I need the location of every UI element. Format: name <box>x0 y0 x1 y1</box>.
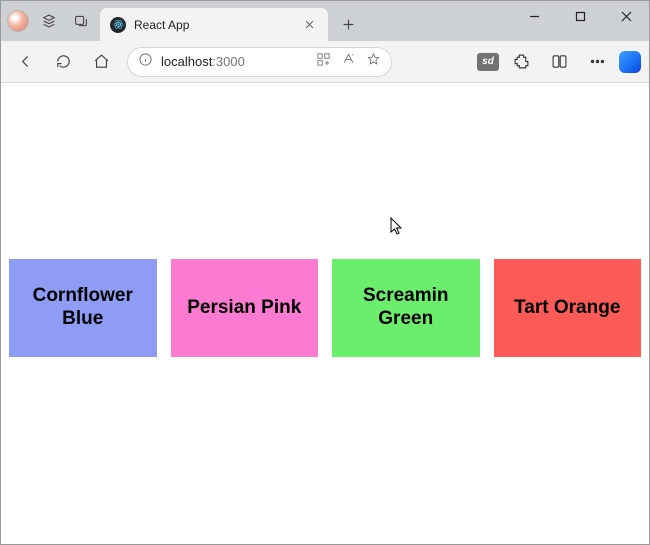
apps-icon[interactable] <box>316 52 331 72</box>
tab-actions-icon[interactable] <box>69 9 93 33</box>
swatch-tart-orange[interactable]: Tart Orange <box>494 259 642 357</box>
maximize-button[interactable] <box>557 1 603 31</box>
url-port: :3000 <box>212 54 245 69</box>
swatch-label: Cornflower Blue <box>15 285 151 331</box>
read-aloud-icon[interactable] <box>341 52 356 72</box>
extensions-icon[interactable] <box>505 46 537 78</box>
url-host: localhost <box>161 54 212 69</box>
browser-toolbar: localhost:3000 sd <box>1 41 649 83</box>
swatch-screamin-green[interactable]: Screamin Green <box>332 259 480 357</box>
favorite-icon[interactable] <box>366 52 381 72</box>
site-info-icon[interactable] <box>138 52 153 72</box>
profile-avatar[interactable] <box>7 10 29 32</box>
page-viewport: Cornflower Blue Persian Pink Screamin Gr… <box>1 83 649 544</box>
new-tab-button[interactable] <box>333 9 363 39</box>
swatch-persian-pink[interactable]: Persian Pink <box>171 259 319 357</box>
swatch-cornflower-blue[interactable]: Cornflower Blue <box>9 259 157 357</box>
back-button[interactable] <box>9 46 41 78</box>
minimize-button[interactable] <box>511 1 557 31</box>
home-button[interactable] <box>85 46 117 78</box>
swatch-label: Tart Orange <box>514 297 620 320</box>
window-controls <box>511 1 649 41</box>
url-text: localhost:3000 <box>161 54 245 69</box>
window-titlebar: React App <box>1 1 649 41</box>
more-icon[interactable] <box>581 46 613 78</box>
browser-tab[interactable]: React App <box>99 7 329 41</box>
address-bar[interactable]: localhost:3000 <box>127 47 392 77</box>
copilot-icon[interactable] <box>619 51 641 73</box>
titlebar-left <box>1 1 93 41</box>
refresh-button[interactable] <box>47 46 79 78</box>
swatch-row: Cornflower Blue Persian Pink Screamin Gr… <box>9 259 641 357</box>
toolbar-right: sd <box>477 46 641 78</box>
swatch-label: Screamin Green <box>338 285 474 331</box>
swatch-label: Persian Pink <box>187 297 301 320</box>
split-screen-icon[interactable] <box>543 46 575 78</box>
tab-title: React App <box>134 18 292 32</box>
close-tab-button[interactable] <box>300 16 318 34</box>
workspaces-icon[interactable] <box>37 9 61 33</box>
mouse-cursor-icon <box>390 217 404 237</box>
sd-extension-icon[interactable]: sd <box>477 53 499 71</box>
close-window-button[interactable] <box>603 1 649 31</box>
react-logo-icon <box>110 17 126 33</box>
